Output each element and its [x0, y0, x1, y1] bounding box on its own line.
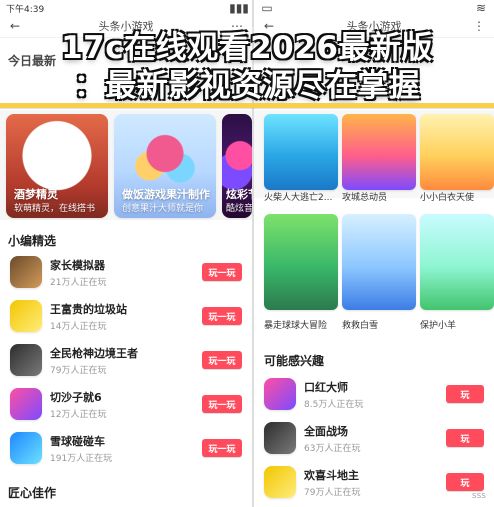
section-like-title: 可能感兴趣 [264, 354, 325, 368]
list-item[interactable]: 家长模拟器 21万人正在玩 玩一玩 [0, 250, 252, 294]
hero-card-2[interactable]: 做饭游戏果汁制作 创意果汁大师就是你 [114, 114, 216, 218]
game-tile-4-label: 暴走球球大冒险 [264, 321, 328, 331]
battle-icon [264, 422, 296, 454]
list-item-meta: 21万人正在玩 [50, 277, 107, 288]
list-item-name: 王富贵的垃圾站 [50, 302, 127, 316]
editor-picks-list: 家长模拟器 21万人正在玩 玩一玩 王富贵的垃圾站 14万人正在玩 玩一玩 全民… [0, 250, 252, 470]
section-today-title: 今日最新 [8, 54, 57, 68]
left-phone: 下午4:39 ▮▮▮ ← 头条小游戏 ⋯ 今日最新 酒梦精灵 软萌精灵，在线搭书… [0, 0, 252, 507]
snowball-car-icon [10, 432, 42, 464]
list-item-name: 欢喜斗地主 [304, 468, 359, 482]
game-tile-2-label: 攻城总动员 [342, 193, 388, 203]
list-item-name: 切沙子就6 [50, 390, 102, 404]
yellow-divider [0, 103, 494, 108]
game-tile-2[interactable] [342, 114, 416, 190]
game-tile-1[interactable] [264, 114, 338, 190]
play-button[interactable]: 玩 [446, 429, 484, 447]
play-button[interactable]: 玩一玩 [202, 307, 242, 325]
list-item-meta: 79万人正在玩 [304, 487, 361, 498]
game-tile-4[interactable] [264, 214, 338, 310]
list-item[interactable]: 欢喜斗地主 79万人正在玩 玩 [254, 460, 494, 504]
hero-card-3[interactable]: 炫彩节 酷炫音乐节 [222, 114, 252, 218]
list-item-text: 全面战场 63万人正在玩 [304, 423, 446, 454]
back-icon[interactable]: ← [8, 19, 22, 33]
list-item[interactable]: 口红大师 8.5万人正在玩 玩 [254, 372, 494, 416]
list-item-meta: 8.5万人正在玩 [304, 399, 364, 410]
cartoon-face-icon [10, 300, 42, 332]
play-button[interactable]: 玩一玩 [202, 395, 242, 413]
list-item-name: 口红大师 [304, 380, 348, 394]
right-phone: ▭ ≋ ← 头条小游戏 ⋮ 火柴人大逃亡2... 攻城总动员 小小白衣天使 暴走… [254, 0, 494, 507]
like-list: 口红大师 8.5万人正在玩 玩 全面战场 63万人正在玩 玩 欢喜斗地主 79万… [254, 372, 494, 504]
list-item-text: 欢喜斗地主 79万人正在玩 [304, 467, 446, 498]
list-item-meta: 191万人正在玩 [50, 453, 113, 464]
hero-card-3-title: 炫彩节 [226, 188, 252, 201]
list-item-meta: 63万人正在玩 [304, 443, 361, 454]
hero-card-2-subtitle: 创意果汁大师就是你 [122, 204, 204, 214]
composite-screenshot: 下午4:39 ▮▮▮ ← 头条小游戏 ⋯ 今日最新 酒梦精灵 软萌精灵，在线搭书… [0, 0, 494, 507]
game-tile-5-label: 救救白雪 [342, 321, 379, 331]
list-item-text: 全民枪神边境王者 79万人正在玩 [50, 345, 202, 376]
list-item-text: 王富贵的垃圾站 14万人正在玩 [50, 301, 202, 332]
game-tile-3-label: 小小白衣天使 [420, 193, 475, 203]
list-item[interactable]: 全面战场 63万人正在玩 玩 [254, 416, 494, 460]
list-item-meta: 12万人正在玩 [50, 409, 107, 420]
game-tile-5[interactable] [342, 214, 416, 310]
game-tile-6-label: 保护小羊 [420, 321, 457, 331]
today-hero-strip: 酒梦精灵 软萌精灵，在线搭书 做饭游戏果汁制作 创意果汁大师就是你 炫彩节 酷炫… [0, 110, 252, 220]
shooter-soldier-icon [10, 344, 42, 376]
list-item-name: 雪球碰碰车 [50, 434, 105, 448]
list-item-name: 家长模拟器 [50, 258, 105, 272]
hero-card-3-subtitle: 酷炫音乐节 [226, 204, 252, 214]
play-button[interactable]: 玩 [446, 385, 484, 403]
list-item-text: 家长模拟器 21万人正在玩 [50, 257, 202, 288]
play-button[interactable]: 玩 [446, 473, 484, 491]
more-icon[interactable]: ⋯ [230, 19, 244, 33]
bottom-section-title: 匠心佳作 [8, 486, 57, 500]
hero-card-2-title: 做饭游戏果汁制作 [122, 188, 210, 201]
hero-card-1[interactable]: 酒梦精灵 软萌精灵，在线搭书 [6, 114, 108, 218]
left-app-bar: ← 头条小游戏 ⋯ [0, 14, 252, 38]
play-button[interactable]: 玩一玩 [202, 351, 242, 369]
left-app-title: 头条小游戏 [98, 19, 154, 33]
list-item[interactable]: 王富贵的垃圾站 14万人正在玩 玩一玩 [0, 294, 252, 338]
hero-card-1-subtitle: 软萌精灵，在线搭书 [14, 204, 96, 214]
list-item[interactable]: 雪球碰碰车 191万人正在玩 玩一玩 [0, 426, 252, 470]
list-item[interactable]: 全民枪神边境王者 79万人正在玩 玩一玩 [0, 338, 252, 382]
right-app-bar: ← 头条小游戏 ⋮ [254, 14, 494, 38]
battery-icon: ▭ [261, 1, 273, 15]
hero-card-1-title: 酒梦精灵 [14, 188, 58, 201]
right-status-bar: ▭ ≋ [254, 0, 494, 15]
signal-icon: ▮▮▮ [229, 1, 249, 15]
watermark: sss [471, 491, 486, 501]
back-icon[interactable]: ← [262, 19, 276, 33]
section-editor-title: 小编精选 [8, 234, 57, 248]
list-item-text: 口红大师 8.5万人正在玩 [304, 379, 446, 410]
list-item-meta: 14万人正在玩 [50, 321, 107, 332]
status-time: 下午4:39 [6, 4, 45, 15]
list-item-meta: 79万人正在玩 [50, 365, 107, 376]
right-app-title: 头条小游戏 [346, 19, 402, 33]
list-item-name: 全民枪神边境王者 [50, 346, 138, 360]
game-tile-3[interactable] [420, 114, 494, 190]
game-tile-1-label: 火柴人大逃亡2... [264, 193, 333, 203]
pixel-character-icon [10, 256, 42, 288]
list-item-text: 雪球碰碰车 191万人正在玩 [50, 433, 202, 464]
game-tile-6[interactable] [420, 214, 494, 310]
play-button[interactable]: 玩一玩 [202, 439, 242, 457]
list-item-name: 全面战场 [304, 424, 348, 438]
more-icon[interactable]: ⋮ [472, 19, 486, 33]
cards-icon [264, 466, 296, 498]
left-status-bar: 下午4:39 ▮▮▮ [0, 0, 252, 15]
lipstick-icon [264, 378, 296, 410]
list-item[interactable]: 切沙子就6 12万人正在玩 玩一玩 [0, 382, 252, 426]
play-button[interactable]: 玩一玩 [202, 263, 242, 281]
purple-block-icon [10, 388, 42, 420]
wifi-icon: ≋ [475, 1, 487, 15]
list-item-text: 切沙子就6 12万人正在玩 [50, 389, 202, 420]
